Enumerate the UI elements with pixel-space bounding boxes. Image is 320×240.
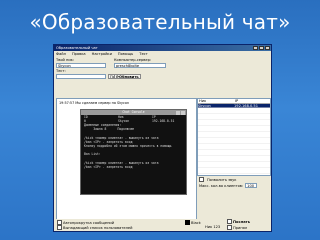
menubar: Файл Правка Настройки Помощь Тест [54, 51, 271, 56]
send-button[interactable]: Послать [227, 219, 250, 224]
menu-item-test[interactable]: Тест [139, 52, 147, 56]
console-line: Кнопку подробно об этом можно прочесть в… [84, 143, 172, 148]
console-cell-nick: Skycon [118, 119, 130, 123]
slide-title: «Образовательный чат» [29, 10, 291, 34]
menu-item-file[interactable]: Файл [56, 52, 66, 56]
menu-item-help[interactable]: Помощь [118, 52, 133, 56]
window-title: Образовательный чат [56, 46, 98, 50]
app-window: Образовательный чат Файл Правка Настройк… [53, 44, 272, 232]
clear-checkbox [227, 225, 232, 230]
user-list[interactable]: Ник IP Skycon 192.168.0.51 [197, 98, 271, 176]
console-close-button[interactable] [181, 110, 185, 115]
auto-scroll-label: Автопрокрутка сообщений [63, 220, 115, 225]
refresh-button[interactable]: ⟳ Обновить [114, 74, 141, 79]
menu-item-settings[interactable]: Настройки [92, 52, 112, 56]
minimize-button[interactable] [253, 46, 258, 50]
nick-input[interactable]: Skycon [56, 63, 106, 68]
send-label: Послать [233, 219, 251, 224]
log-header: 19:57:57 Мы сделаем сервер на Skycon [59, 101, 130, 105]
menu-item-edit[interactable]: Правка [72, 52, 86, 56]
clear-label: Принял [233, 225, 248, 230]
send-checkbox [227, 219, 232, 224]
port-input[interactable] [56, 74, 106, 79]
sound-label: Позволить звук [207, 177, 237, 182]
chat-log[interactable]: 19:57:57 Мы сделаем сервер на Skycon Cha… [56, 98, 197, 231]
port-label: Тест: [56, 69, 66, 73]
console-window: Chat Console ID Ник IP 0 Skycon 192.168.… [80, 109, 187, 195]
show-users-checkbox[interactable] [57, 225, 62, 230]
server-label: Компьютер-сервер: [114, 58, 152, 62]
color-label: Black [191, 220, 201, 225]
server-input[interactable]: presch8kolte [114, 63, 166, 68]
console-controls [176, 110, 185, 115]
color-swatch[interactable] [185, 220, 190, 225]
status-label: Ник 123 [205, 225, 221, 229]
console-line: /ban <IP> - запретить вход [84, 164, 133, 169]
maximize-button[interactable] [259, 46, 264, 50]
show-users-label: Выпадающий список пользователей [63, 225, 133, 230]
sound-checkbox[interactable] [199, 177, 204, 182]
limit-label: Макс. кол-во клиентов: [199, 183, 244, 188]
limit-input[interactable]: 100 [245, 183, 258, 188]
user-list-col-nick: Ник [199, 99, 207, 103]
console-minimize-button[interactable] [176, 110, 180, 115]
refresh-label: Обновить [119, 74, 139, 79]
console-title: Chat Console [122, 110, 145, 114]
clear-button[interactable]: Принял [227, 225, 247, 230]
window-controls [253, 46, 270, 50]
close-button[interactable] [265, 46, 270, 50]
user-list-col-ip: IP [235, 99, 239, 103]
nick-label: Твой ник: [56, 58, 75, 62]
bottom-bar: Автопрокрутка сообщений Выпадающий списо… [55, 219, 270, 231]
window-titlebar: Образовательный чат [54, 45, 271, 51]
console-cell-ip: 192.168.0.51 [152, 119, 175, 123]
console-titlebar: Chat Console [81, 110, 186, 115]
user-list-grid [198, 107, 270, 175]
